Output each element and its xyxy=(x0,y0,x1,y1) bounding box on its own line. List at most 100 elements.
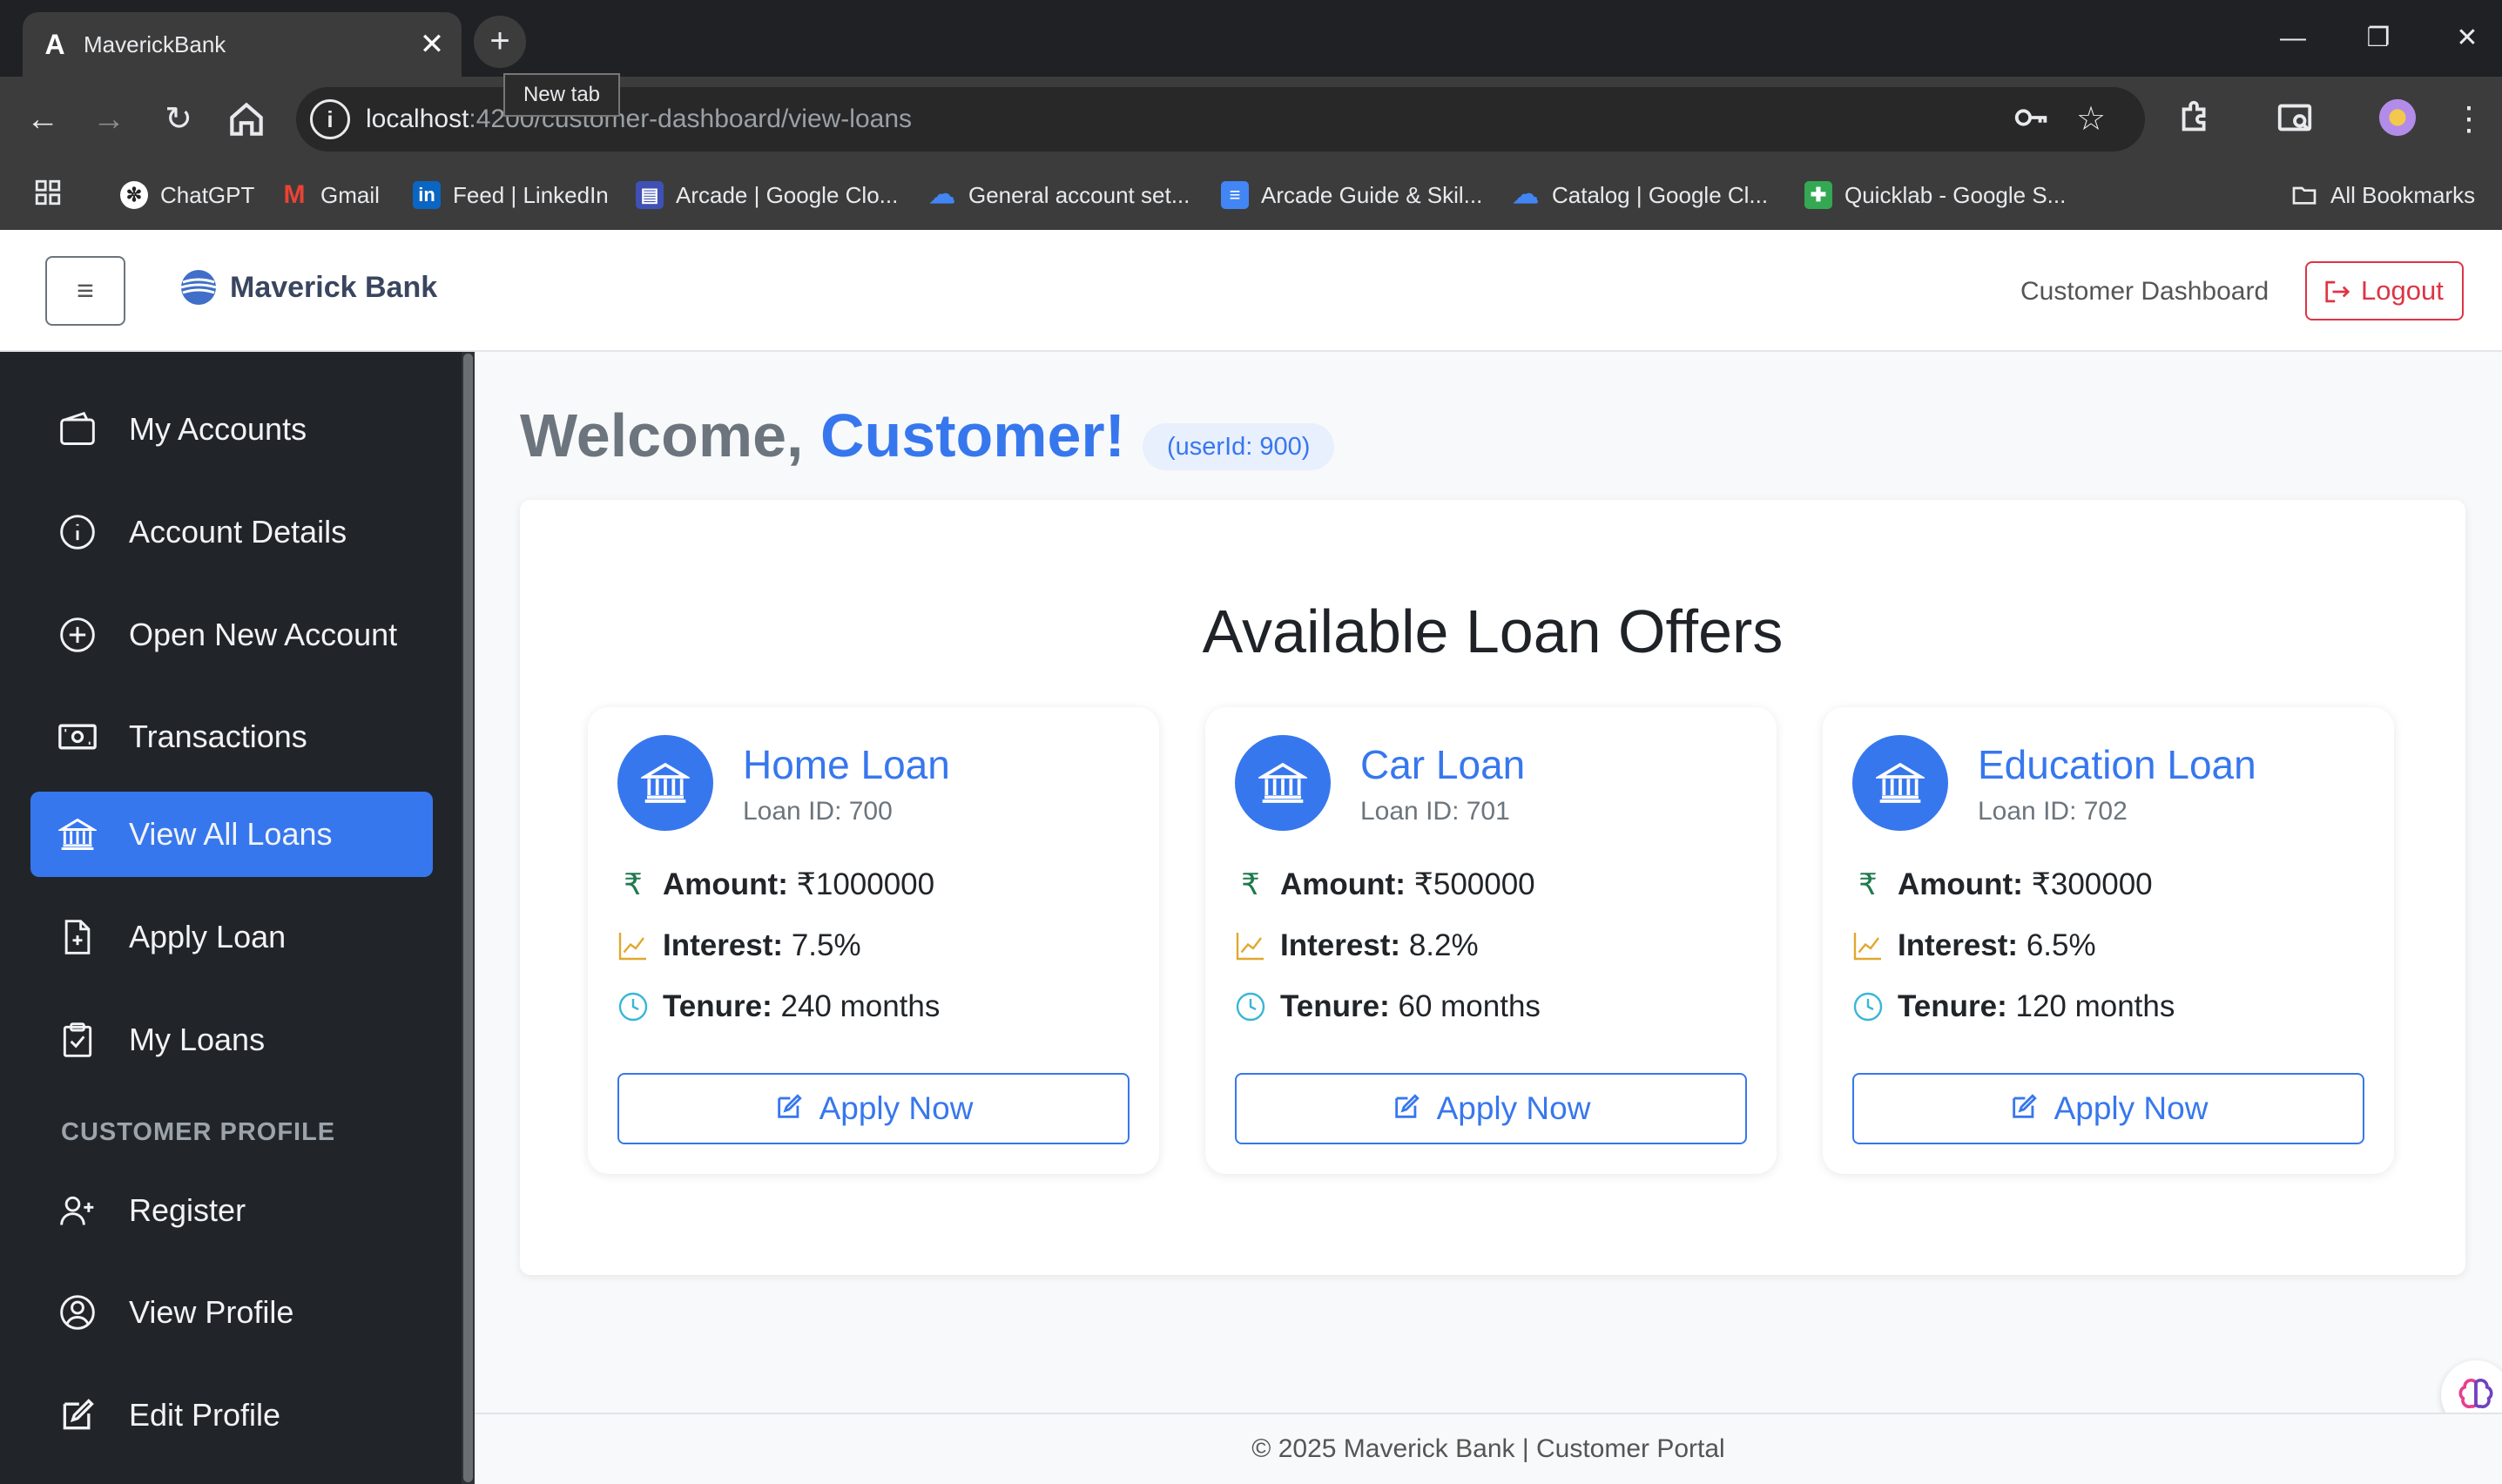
restore-icon[interactable]: ❐ xyxy=(2357,19,2400,57)
loan-interest-value: 6.5% xyxy=(2018,928,2096,962)
reload-icon[interactable]: ↻ xyxy=(157,98,200,141)
home-icon[interactable] xyxy=(225,98,268,141)
sidebar: My Accounts Account Details Open New Acc… xyxy=(0,352,475,1484)
person-circle-icon xyxy=(60,1295,95,1330)
nav-customer-dashboard[interactable]: Customer Dashboard xyxy=(2020,273,2269,310)
sidebar-item-my-loans[interactable]: My Loans xyxy=(30,997,433,1083)
brand-logo-icon xyxy=(179,268,218,307)
loan-bank-avatar xyxy=(1235,735,1331,831)
browser-toolbar: ← → ↻ i localhost:4200/customer-dashboar… xyxy=(0,77,2502,162)
sidebar-item-account-details[interactable]: Account Details xyxy=(30,489,433,575)
sidebar-item-view-all-loans[interactable]: View All Loans xyxy=(30,792,433,877)
loan-tenure-value: 60 months xyxy=(1389,989,1541,1023)
bookmark-general-account[interactable]: ☁ General account set... xyxy=(928,178,1190,212)
bookmark-quicklab[interactable]: ✚ Quicklab - Google S... xyxy=(1804,178,2066,212)
sidebar-item-label: View Profile xyxy=(129,1294,294,1330)
back-icon[interactable]: ← xyxy=(21,98,64,141)
sidebar-scrollbar-thumb[interactable] xyxy=(463,354,473,1482)
sidebar-item-label: Apply Loan xyxy=(129,919,287,954)
url-text[interactable]: localhost:4200/customer-dashboard/view-l… xyxy=(366,103,912,136)
loan-name: Education Loan xyxy=(1978,742,2256,787)
sidebar-item-my-accounts[interactable]: My Accounts xyxy=(30,387,433,472)
app-header: ≡ Maverick Bank Customer Dashboard Logou… xyxy=(0,230,2502,352)
tab-search-icon[interactable] xyxy=(2275,98,2318,141)
sidebar-item-apply-loan[interactable]: Apply Loan xyxy=(30,894,433,980)
apps-grid-icon[interactable] xyxy=(33,178,63,212)
forward-icon[interactable]: → xyxy=(87,98,131,141)
browser-tab-strip: A MaverickBank ✕ + — ❐ ✕ xyxy=(0,0,2502,77)
graph-up-icon xyxy=(617,930,649,961)
loan-offers-panel: Available Loan Offers Home Loan Loan ID:… xyxy=(520,500,2465,1275)
bookmark-arcade[interactable]: ▤ Arcade | Google Clo... xyxy=(636,178,898,212)
plus-circle-icon xyxy=(60,617,95,652)
sidebar-item-open-new-account[interactable]: Open New Account xyxy=(30,592,433,678)
bookmark-linkedin[interactable]: in Feed | LinkedIn xyxy=(413,178,609,212)
site-favicon-icon: A xyxy=(44,29,65,60)
folder-icon xyxy=(2290,181,2318,209)
loan-id: Loan ID: 701 xyxy=(1360,797,1510,826)
sidebar-item-register[interactable]: Register xyxy=(30,1168,433,1253)
brand-name[interactable]: Maverick Bank xyxy=(230,268,437,307)
apply-now-button[interactable]: Apply Now xyxy=(617,1073,1130,1144)
bank-icon xyxy=(1876,762,1925,803)
window-close-icon[interactable]: ✕ xyxy=(2445,19,2489,57)
profile-avatar[interactable] xyxy=(2377,98,2421,141)
minimize-icon[interactable]: — xyxy=(2271,19,2315,57)
password-key-icon[interactable] xyxy=(2012,98,2055,141)
browser-tab-active[interactable]: A MaverickBank ✕ xyxy=(23,12,462,77)
logout-icon xyxy=(2325,280,2350,303)
loan-card-car: Car Loan Loan ID: 701 ₹ Amount: ₹500000 I… xyxy=(1205,707,1777,1174)
loan-name: Home Loan xyxy=(743,742,950,787)
new-tab-button[interactable]: + xyxy=(474,16,526,68)
sidebar-item-view-profile[interactable]: View Profile xyxy=(30,1270,433,1355)
sidebar-item-transactions[interactable]: Transactions xyxy=(30,694,433,779)
loan-amount-value: ₹1000000 xyxy=(787,867,935,901)
sidebar-section-customer-profile: CUSTOMER PROFILE xyxy=(61,1118,336,1146)
sidebar-item-edit-profile[interactable]: Edit Profile xyxy=(30,1373,433,1458)
bank-icon xyxy=(58,818,97,850)
bookmark-arcade-guide[interactable]: ≡ Arcade Guide & Skil... xyxy=(1221,178,1482,212)
graph-up-icon xyxy=(1235,930,1266,961)
apply-now-button[interactable]: Apply Now xyxy=(1852,1073,2364,1144)
loan-tenure-value: 120 months xyxy=(2006,989,2175,1023)
person-plus-icon xyxy=(60,1196,94,1225)
arcade-icon: ▤ xyxy=(636,181,664,210)
logout-label: Logout xyxy=(2361,275,2444,306)
sidebar-item-label: Register xyxy=(129,1192,246,1228)
clipboard-check-icon xyxy=(63,1022,92,1057)
extensions-icon[interactable] xyxy=(2175,98,2219,141)
sidebar-item-label: My Loans xyxy=(129,1022,266,1057)
sidebar-item-label: Open New Account xyxy=(129,617,398,652)
bookmark-star-icon[interactable]: ☆ xyxy=(2069,98,2113,141)
bookmark-catalog[interactable]: ☁ Catalog | Google Cl... xyxy=(1512,178,1768,212)
linkedin-icon: in xyxy=(413,181,441,210)
loan-amount-value: ₹300000 xyxy=(2022,867,2153,901)
bookmarks-bar: ✼ ChatGPT M Gmail in Feed | LinkedIn ▤ Arcad… xyxy=(0,162,2502,230)
google-cloud-icon: ☁ xyxy=(929,180,955,210)
browser-menu-icon[interactable]: ⋮ xyxy=(2447,98,2491,141)
sidebar-item-label: Account Details xyxy=(129,514,347,550)
bookmark-chatgpt[interactable]: ✼ ChatGPT xyxy=(120,178,254,212)
main-content: Welcome, Customer! (userId: 900) Availab… xyxy=(475,352,2502,1484)
loan-id: Loan ID: 700 xyxy=(743,797,893,826)
file-plus-icon xyxy=(64,920,91,954)
loan-bank-avatar xyxy=(617,735,713,831)
apply-now-button[interactable]: Apply Now xyxy=(1235,1073,1747,1144)
site-info-icon[interactable]: i xyxy=(310,99,350,139)
google-cloud-icon: ☁ xyxy=(1513,180,1539,210)
tab-close-icon[interactable]: ✕ xyxy=(415,27,449,62)
sidebar-toggle-button[interactable]: ≡ xyxy=(45,256,125,326)
sheets-icon: ✚ xyxy=(1804,181,1832,210)
all-bookmarks[interactable]: All Bookmarks xyxy=(2290,178,2475,212)
pencil-square-icon xyxy=(2012,1094,2037,1118)
loan-tenure-value: 240 months xyxy=(772,989,941,1023)
bookmark-gmail[interactable]: M Gmail xyxy=(280,178,380,212)
brain-icon xyxy=(2458,1378,2493,1408)
logout-button[interactable]: Logout xyxy=(2305,261,2464,320)
sidebar-item-label: Edit Profile xyxy=(129,1397,281,1433)
loan-bank-avatar xyxy=(1852,735,1948,831)
loan-card-education: Education Loan Loan ID: 702 ₹ Amount: ₹30… xyxy=(1823,707,2394,1174)
rupee-icon: ₹ xyxy=(624,868,643,901)
sidebar-item-label: Transactions xyxy=(129,718,307,754)
bank-icon xyxy=(1258,762,1307,803)
